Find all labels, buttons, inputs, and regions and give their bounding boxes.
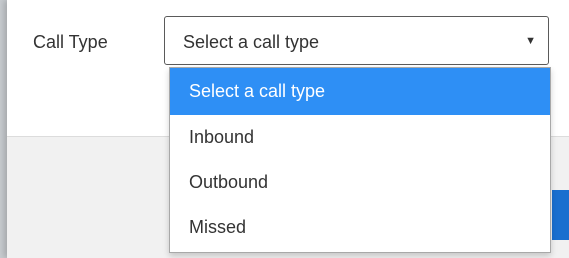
dropdown-option-inbound[interactable]: Inbound	[170, 115, 550, 160]
dialog-panel: Call Type Select a call type ▼ Select a …	[7, 0, 569, 258]
call-type-select[interactable]: Select a call type ▼	[164, 16, 549, 65]
select-current-value: Select a call type	[183, 32, 320, 52]
call-type-label: Call Type	[33, 32, 108, 52]
call-type-dropdown-list: Select a call type Inbound Outbound Miss…	[169, 67, 551, 253]
dropdown-option-select-a-call-type[interactable]: Select a call type	[170, 68, 550, 115]
dropdown-option-missed[interactable]: Missed	[170, 205, 550, 250]
caret-down-icon: ▼	[525, 35, 536, 47]
primary-button-edge[interactable]	[552, 190, 569, 240]
dropdown-option-outbound[interactable]: Outbound	[170, 160, 550, 205]
